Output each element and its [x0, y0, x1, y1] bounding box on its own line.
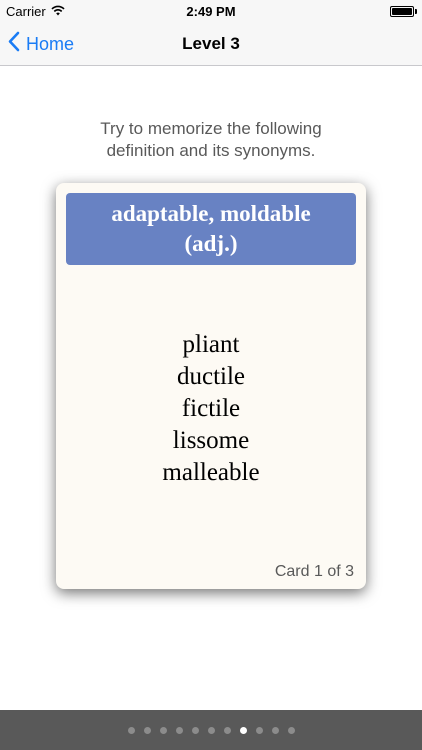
- screen: Carrier 2:49 PM Home Level 3 Try to memo…: [0, 0, 422, 750]
- page-dot[interactable]: [191, 726, 199, 734]
- page-dot[interactable]: [287, 726, 295, 734]
- status-time: 2:49 PM: [186, 4, 236, 19]
- page-dot[interactable]: [255, 726, 263, 734]
- page-dot[interactable]: [207, 726, 215, 734]
- battery-tip: [415, 9, 417, 14]
- flash-card[interactable]: adaptable, moldable (adj.) pliant ductil…: [56, 183, 366, 589]
- definition-header: adaptable, moldable (adj.): [66, 193, 356, 265]
- card-counter: Card 1 of 3: [274, 563, 354, 580]
- page-dot[interactable]: [127, 726, 135, 734]
- page-control: [0, 710, 422, 750]
- battery-icon: [390, 6, 414, 17]
- instruction-text: Try to memorize the following definition…: [40, 118, 382, 162]
- instruction-line-1: Try to memorize the following: [100, 119, 322, 138]
- synonym-item: lissome: [172, 427, 250, 454]
- page-dot[interactable]: [175, 726, 183, 734]
- synonym-list: pliant ductile fictile lissome malleable: [56, 329, 366, 489]
- page-dot[interactable]: [159, 726, 167, 734]
- synonym-item: fictile: [181, 395, 241, 422]
- nav-title: Level 3: [182, 34, 240, 53]
- page-dot[interactable]: [143, 726, 151, 734]
- synonym-item: pliant: [182, 331, 240, 358]
- definition-text: adaptable, moldable: [111, 201, 311, 226]
- page-dot[interactable]: [223, 726, 231, 734]
- synonym-item: malleable: [162, 459, 260, 486]
- part-of-speech: (adj.): [184, 231, 238, 256]
- status-bar: Carrier 2:49 PM: [0, 0, 422, 22]
- page-dot-active[interactable]: [239, 726, 247, 734]
- nav-bar: Home Level 3: [0, 22, 422, 66]
- instruction-line-2: definition and its synonyms.: [106, 141, 316, 160]
- page-dot[interactable]: [271, 726, 279, 734]
- synonym-item: ductile: [176, 363, 246, 390]
- battery-fill: [392, 8, 412, 15]
